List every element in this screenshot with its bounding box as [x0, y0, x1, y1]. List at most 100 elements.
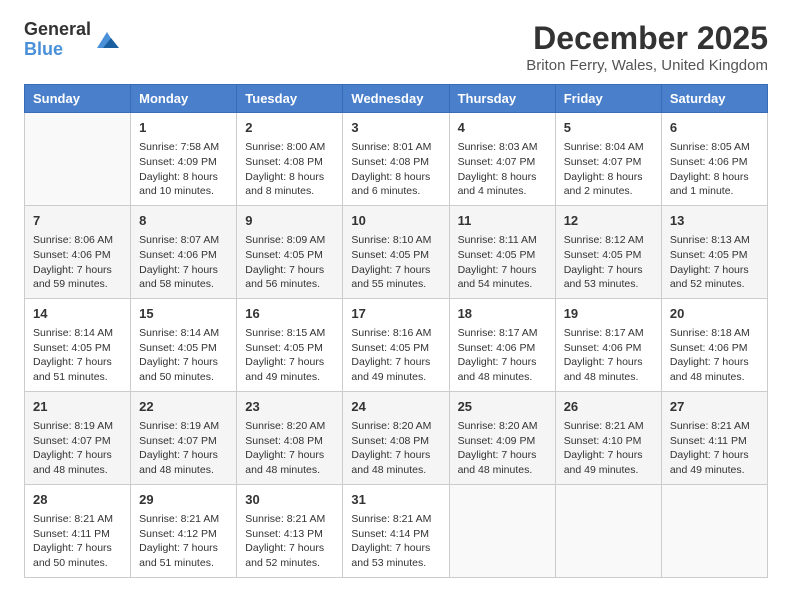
weekday-header-monday: Monday	[131, 85, 237, 113]
day-number: 26	[564, 398, 653, 416]
day-number: 31	[351, 491, 440, 509]
calendar-cell: 14 Sunrise: 8:14 AM Sunset: 4:05 PM Dayli…	[25, 298, 131, 391]
weekday-header-thursday: Thursday	[449, 85, 555, 113]
day-number: 12	[564, 212, 653, 230]
calendar-header: SundayMondayTuesdayWednesdayThursdayFrid…	[25, 85, 768, 113]
weekday-header-tuesday: Tuesday	[237, 85, 343, 113]
day-info: Sunrise: 8:18 AM Sunset: 4:06 PM Dayligh…	[670, 326, 759, 385]
calendar-table: SundayMondayTuesdayWednesdayThursdayFrid…	[24, 84, 768, 578]
calendar-cell: 13 Sunrise: 8:13 AM Sunset: 4:05 PM Dayli…	[661, 205, 767, 298]
calendar-cell: 16 Sunrise: 8:15 AM Sunset: 4:05 PM Dayli…	[237, 298, 343, 391]
day-info: Sunrise: 8:21 AM Sunset: 4:11 PM Dayligh…	[670, 419, 759, 478]
calendar-cell: 20 Sunrise: 8:18 AM Sunset: 4:06 PM Dayli…	[661, 298, 767, 391]
logo: GeneralBlue	[24, 20, 121, 60]
logo-icon	[93, 26, 121, 54]
day-info: Sunrise: 8:21 AM Sunset: 4:13 PM Dayligh…	[245, 512, 334, 571]
calendar-cell: 27 Sunrise: 8:21 AM Sunset: 4:11 PM Dayli…	[661, 391, 767, 484]
day-info: Sunrise: 8:14 AM Sunset: 4:05 PM Dayligh…	[139, 326, 228, 385]
calendar-cell: 4Sunrise: 8:03 AM Sunset: 4:07 PM Daylig…	[449, 113, 555, 206]
day-number: 7	[33, 212, 122, 230]
weekday-header-friday: Friday	[555, 85, 661, 113]
week-row-2: 7 Sunrise: 8:06 AM Sunset: 4:06 PM Daylig…	[25, 205, 768, 298]
calendar-cell: 6 Sunrise: 8:05 AM Sunset: 4:06 PM Daylig…	[661, 113, 767, 206]
title-area: December 2025 Briton Ferry, Wales, Unite…	[526, 20, 768, 74]
subtitle: Briton Ferry, Wales, United Kingdom	[526, 57, 768, 74]
calendar-cell: 24 Sunrise: 8:20 AM Sunset: 4:08 PM Dayli…	[343, 391, 449, 484]
day-info: Sunrise: 8:19 AM Sunset: 4:07 PM Dayligh…	[139, 419, 228, 478]
calendar-cell: 26 Sunrise: 8:21 AM Sunset: 4:10 PM Dayli…	[555, 391, 661, 484]
week-row-1: 1Sunrise: 7:58 AM Sunset: 4:09 PM Daylig…	[25, 113, 768, 206]
weekday-header-sunday: Sunday	[25, 85, 131, 113]
day-number: 20	[670, 305, 759, 323]
day-number: 22	[139, 398, 228, 416]
day-info: Sunrise: 8:07 AM Sunset: 4:06 PM Dayligh…	[139, 233, 228, 292]
day-number: 3	[351, 119, 440, 137]
day-info: Sunrise: 8:11 AM Sunset: 4:05 PM Dayligh…	[458, 233, 547, 292]
calendar-cell: 18Sunrise: 8:17 AM Sunset: 4:06 PM Dayli…	[449, 298, 555, 391]
calendar-cell: 2 Sunrise: 8:00 AM Sunset: 4:08 PM Daylig…	[237, 113, 343, 206]
calendar-cell: 10Sunrise: 8:10 AM Sunset: 4:05 PM Dayli…	[343, 205, 449, 298]
calendar-cell: 23 Sunrise: 8:20 AM Sunset: 4:08 PM Dayli…	[237, 391, 343, 484]
day-number: 16	[245, 305, 334, 323]
day-number: 5	[564, 119, 653, 137]
day-number: 2	[245, 119, 334, 137]
day-info: Sunrise: 8:01 AM Sunset: 4:08 PM Dayligh…	[351, 140, 440, 199]
weekday-header-row: SundayMondayTuesdayWednesdayThursdayFrid…	[25, 85, 768, 113]
header: GeneralBlue December 2025 Briton Ferry, …	[24, 20, 768, 74]
day-number: 28	[33, 491, 122, 509]
day-info: Sunrise: 8:00 AM Sunset: 4:08 PM Dayligh…	[245, 140, 334, 199]
calendar-cell	[25, 113, 131, 206]
day-number: 14	[33, 305, 122, 323]
calendar-cell: 25Sunrise: 8:20 AM Sunset: 4:09 PM Dayli…	[449, 391, 555, 484]
day-number: 29	[139, 491, 228, 509]
day-number: 9	[245, 212, 334, 230]
day-number: 17	[351, 305, 440, 323]
day-info: Sunrise: 8:14 AM Sunset: 4:05 PM Dayligh…	[33, 326, 122, 385]
day-info: Sunrise: 8:16 AM Sunset: 4:05 PM Dayligh…	[351, 326, 440, 385]
day-info: Sunrise: 8:05 AM Sunset: 4:06 PM Dayligh…	[670, 140, 759, 199]
day-number: 27	[670, 398, 759, 416]
day-number: 23	[245, 398, 334, 416]
main-title: December 2025	[526, 20, 768, 57]
calendar-cell: 28 Sunrise: 8:21 AM Sunset: 4:11 PM Dayli…	[25, 484, 131, 577]
day-info: Sunrise: 8:06 AM Sunset: 4:06 PM Dayligh…	[33, 233, 122, 292]
calendar-cell: 8 Sunrise: 8:07 AM Sunset: 4:06 PM Daylig…	[131, 205, 237, 298]
day-number: 6	[670, 119, 759, 137]
calendar-cell: 9Sunrise: 8:09 AM Sunset: 4:05 PM Daylig…	[237, 205, 343, 298]
day-number: 13	[670, 212, 759, 230]
day-info: Sunrise: 8:12 AM Sunset: 4:05 PM Dayligh…	[564, 233, 653, 292]
day-info: Sunrise: 8:17 AM Sunset: 4:06 PM Dayligh…	[564, 326, 653, 385]
calendar-cell: 17 Sunrise: 8:16 AM Sunset: 4:05 PM Dayli…	[343, 298, 449, 391]
week-row-4: 21 Sunrise: 8:19 AM Sunset: 4:07 PM Dayli…	[25, 391, 768, 484]
day-number: 15	[139, 305, 228, 323]
calendar-cell	[449, 484, 555, 577]
day-info: Sunrise: 8:21 AM Sunset: 4:11 PM Dayligh…	[33, 512, 122, 571]
day-number: 30	[245, 491, 334, 509]
day-number: 21	[33, 398, 122, 416]
calendar-cell: 3 Sunrise: 8:01 AM Sunset: 4:08 PM Daylig…	[343, 113, 449, 206]
calendar-cell: 11Sunrise: 8:11 AM Sunset: 4:05 PM Dayli…	[449, 205, 555, 298]
day-info: Sunrise: 8:13 AM Sunset: 4:05 PM Dayligh…	[670, 233, 759, 292]
calendar-cell: 7 Sunrise: 8:06 AM Sunset: 4:06 PM Daylig…	[25, 205, 131, 298]
day-info: Sunrise: 8:20 AM Sunset: 4:08 PM Dayligh…	[245, 419, 334, 478]
calendar-body: 1Sunrise: 7:58 AM Sunset: 4:09 PM Daylig…	[25, 113, 768, 578]
day-info: Sunrise: 8:21 AM Sunset: 4:10 PM Dayligh…	[564, 419, 653, 478]
calendar-cell	[661, 484, 767, 577]
calendar-cell: 31 Sunrise: 8:21 AM Sunset: 4:14 PM Dayli…	[343, 484, 449, 577]
day-info: Sunrise: 8:03 AM Sunset: 4:07 PM Dayligh…	[458, 140, 547, 199]
day-number: 8	[139, 212, 228, 230]
calendar-cell: 21Sunrise: 8:19 AM Sunset: 4:07 PM Dayli…	[25, 391, 131, 484]
calendar-cell: 5Sunrise: 8:04 AM Sunset: 4:07 PM Daylig…	[555, 113, 661, 206]
day-number: 25	[458, 398, 547, 416]
day-info: Sunrise: 8:21 AM Sunset: 4:14 PM Dayligh…	[351, 512, 440, 571]
day-info: Sunrise: 8:17 AM Sunset: 4:06 PM Dayligh…	[458, 326, 547, 385]
week-row-5: 28 Sunrise: 8:21 AM Sunset: 4:11 PM Dayli…	[25, 484, 768, 577]
day-info: Sunrise: 8:15 AM Sunset: 4:05 PM Dayligh…	[245, 326, 334, 385]
weekday-header-wednesday: Wednesday	[343, 85, 449, 113]
day-number: 24	[351, 398, 440, 416]
logo-text: GeneralBlue	[24, 20, 91, 60]
calendar-cell	[555, 484, 661, 577]
day-info: Sunrise: 8:20 AM Sunset: 4:08 PM Dayligh…	[351, 419, 440, 478]
calendar-cell: 15 Sunrise: 8:14 AM Sunset: 4:05 PM Dayli…	[131, 298, 237, 391]
calendar-cell: 12 Sunrise: 8:12 AM Sunset: 4:05 PM Dayli…	[555, 205, 661, 298]
